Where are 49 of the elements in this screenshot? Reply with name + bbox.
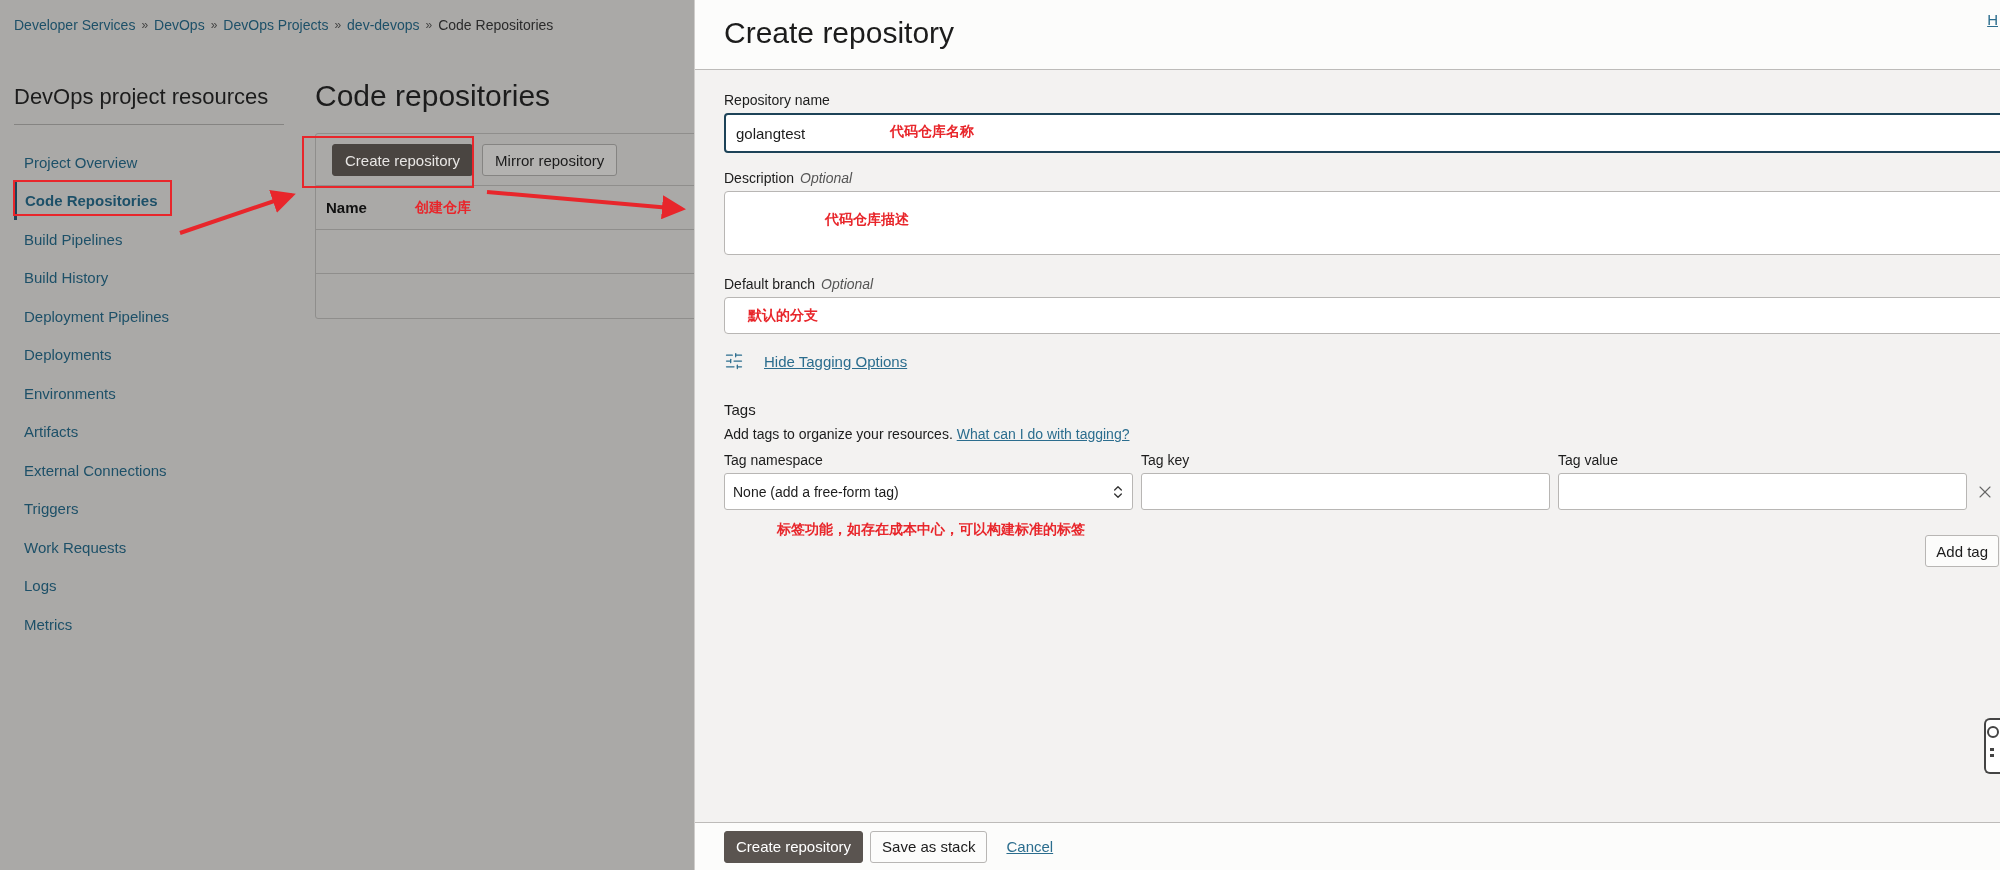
help-link[interactable]: H (1987, 11, 1998, 28)
breadcrumb-separator-icon: » (334, 18, 342, 32)
sidebar-item[interactable]: External Connections (14, 451, 284, 490)
tagging-help-link[interactable]: What can I do with tagging? (956, 426, 1130, 442)
sidebar-item[interactable]: Deployment Pipelines (14, 297, 284, 336)
breadcrumb-separator-icon: » (141, 18, 149, 32)
mirror-button[interactable]: Mirror repository (482, 144, 618, 176)
sidebar-item[interactable]: Project Overview (14, 143, 284, 182)
sidebar-item[interactable]: Environments (14, 374, 284, 413)
tagging-toggle-link[interactable]: Hide Tagging Options (764, 352, 908, 370)
annotation-text: 创建仓库 (414, 198, 471, 217)
tag-column-label: Tag value (1558, 452, 1619, 468)
add-tag-button[interactable]: Add tag (1925, 535, 1999, 567)
tag-column-label: Tag namespace (724, 452, 824, 468)
panel-title: Create repository (724, 15, 955, 50)
namespace-select[interactable]: None (add a free-form tag) (724, 473, 1133, 510)
column-header: Name (326, 199, 367, 216)
breadcrumb-link[interactable]: DevOps (154, 17, 205, 33)
tags-help-text: Add tags to organize your resources. (724, 426, 953, 442)
sidebar-item[interactable]: Logs (14, 566, 284, 605)
cancel-link[interactable]: Cancel (1006, 838, 1054, 855)
sidebar-item[interactable]: Work Requests (14, 528, 284, 567)
sidebar-item[interactable]: Code Repositories (14, 181, 284, 220)
page-title: Code repositories (315, 79, 552, 113)
breadcrumb-separator-icon: » (210, 18, 218, 32)
field-label: Description Optional (724, 170, 854, 186)
sidebar-item[interactable]: Artifacts (14, 412, 284, 451)
tag-column-label: Tag key (1141, 452, 1191, 468)
sidebar-item[interactable]: Build History (14, 258, 284, 297)
annotation-text: 默认的分支 (748, 307, 818, 325)
tags-title: Tags (724, 401, 757, 418)
field-label: Repository name (724, 92, 831, 108)
annotation-text: 代码仓库描述 (825, 211, 909, 229)
breadcrumb-link[interactable]: dev-devops (347, 17, 420, 33)
breadcrumb-current: Code Repositories (438, 17, 554, 33)
sidebar-title: DevOps project resources (14, 84, 284, 125)
create-button[interactable]: Create repository (724, 830, 864, 863)
sidebar-item[interactable]: Triggers (14, 489, 284, 528)
breadcrumb-link[interactable]: DevOps Projects (223, 17, 329, 33)
sidebar-item[interactable]: Build Pipelines (14, 220, 284, 259)
breadcrumb-separator-icon: » (425, 18, 433, 32)
create-button[interactable]: Create repository (332, 144, 474, 176)
sidebar-item[interactable]: Deployments (14, 335, 284, 374)
breadcrumb-link[interactable]: Developer Services (14, 17, 136, 33)
annotation-text: 标签功能，如存在成本中心，可以构建标准的标签 (777, 521, 1085, 539)
field-label: Default branch Optional (724, 276, 875, 292)
sidebar-item[interactable]: Metrics (14, 605, 284, 644)
annotation-text: 代码仓库名称 (890, 123, 974, 141)
save-stack-button[interactable]: Save as stack (870, 830, 988, 863)
